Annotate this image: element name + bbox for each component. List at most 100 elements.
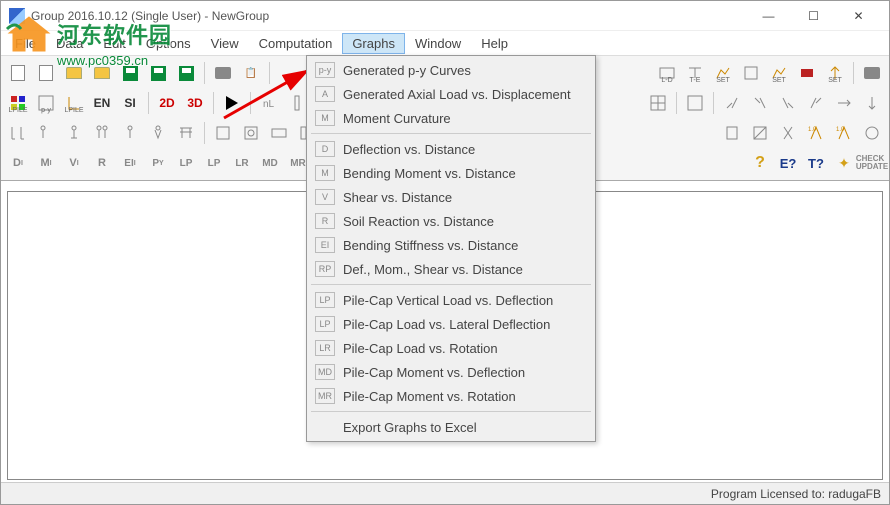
dropdown-item-label: Bending Moment vs. Distance <box>343 166 516 181</box>
print2-button[interactable] <box>859 60 885 86</box>
help-button[interactable]: ? <box>747 150 773 176</box>
run-button[interactable] <box>219 90 245 116</box>
dropdown-item[interactable]: LPPile-Cap Load vs. Lateral Deflection <box>309 312 593 336</box>
dropdown-item[interactable]: RPDef., Mom., Shear vs. Distance <box>309 257 593 281</box>
dropdown-item[interactable]: DDeflection vs. Distance <box>309 137 593 161</box>
save-all-button[interactable] <box>145 60 171 86</box>
r-button[interactable]: R <box>89 150 115 176</box>
nl-button[interactable]: nL <box>256 90 282 116</box>
ld-button[interactable]: L-D <box>654 60 680 86</box>
dropdown-item[interactable]: AGenerated Axial Load vs. Displacement <box>309 82 593 106</box>
lpile-button[interactable]: LPILE <box>5 90 31 116</box>
set3-button[interactable]: SET <box>822 60 848 86</box>
arr3-button[interactable] <box>775 90 801 116</box>
eq-button[interactable]: E? <box>775 150 801 176</box>
menu-edit[interactable]: Edit <box>93 33 135 54</box>
save-button[interactable] <box>117 60 143 86</box>
save-as-button[interactable] <box>173 60 199 86</box>
set1-button[interactable]: SET <box>710 60 736 86</box>
new-button[interactable] <box>5 60 31 86</box>
b10-button[interactable] <box>266 120 292 146</box>
lp2-button[interactable]: LP <box>201 150 227 176</box>
menu-window[interactable]: Window <box>405 33 471 54</box>
rect-button[interactable] <box>794 60 820 86</box>
arr1-button[interactable] <box>719 90 745 116</box>
arr2-button[interactable] <box>747 90 773 116</box>
dropdown-item[interactable]: RSoil Reaction vs. Distance <box>309 209 593 233</box>
new-multi-button[interactable] <box>33 60 59 86</box>
dropdown-item-icon: LP <box>315 292 335 308</box>
menu-options[interactable]: Options <box>136 33 201 54</box>
ei-button[interactable]: EII <box>117 150 143 176</box>
v-button[interactable]: VI <box>61 150 87 176</box>
print-button[interactable] <box>210 60 236 86</box>
b6-button[interactable] <box>145 120 171 146</box>
tq-button[interactable]: T? <box>803 150 829 176</box>
dropdown-item[interactable]: MMoment Curvature <box>309 106 593 130</box>
status-bar: Program Licensed to: radugaFB <box>1 482 889 504</box>
arr5-button[interactable] <box>831 90 857 116</box>
arr6-button[interactable] <box>859 90 885 116</box>
lpile2-button[interactable]: LPILE <box>61 90 87 116</box>
sec3-button[interactable] <box>775 120 801 146</box>
dropdown-item[interactable]: p-yGenerated p-y Curves <box>309 58 593 82</box>
te-button[interactable]: T-E <box>682 60 708 86</box>
e1-button[interactable] <box>682 90 708 116</box>
lr-button[interactable]: LR <box>229 150 255 176</box>
puzzle-button[interactable]: ✦ <box>831 150 857 176</box>
b8-button[interactable] <box>210 120 236 146</box>
menu-help[interactable]: Help <box>471 33 518 54</box>
2d-button[interactable]: 2D <box>154 90 180 116</box>
grid-button[interactable] <box>645 90 671 116</box>
3d-button[interactable]: 3D <box>182 90 208 116</box>
window-buttons: — ☐ ✕ <box>746 1 881 31</box>
arr4-button[interactable] <box>803 90 829 116</box>
menu-data[interactable]: Data <box>46 33 93 54</box>
d-button[interactable]: DI <box>5 150 31 176</box>
sec6-button[interactable] <box>859 120 885 146</box>
menu-file[interactable]: File <box>5 33 46 54</box>
lc-button[interactable] <box>738 60 764 86</box>
b1-button[interactable] <box>5 120 31 146</box>
md-button[interactable]: MD <box>257 150 283 176</box>
sec5-button[interactable]: 1.0 <box>831 120 857 146</box>
b5-button[interactable] <box>117 120 143 146</box>
py2-button[interactable]: PY <box>145 150 171 176</box>
minimize-button[interactable]: — <box>746 1 791 31</box>
svg-text:1.0: 1.0 <box>836 127 845 133</box>
dropdown-item-label: Deflection vs. Distance <box>343 142 475 157</box>
sec1-button[interactable] <box>719 120 745 146</box>
b2-button[interactable] <box>33 120 59 146</box>
sec4-button[interactable]: 1.0 <box>803 120 829 146</box>
close-button[interactable]: ✕ <box>836 1 881 31</box>
dropdown-item[interactable]: Export Graphs to Excel <box>309 415 593 439</box>
menu-graphs[interactable]: Graphs <box>342 33 405 54</box>
dropdown-item[interactable]: EIBending Stiffness vs. Distance <box>309 233 593 257</box>
b3-button[interactable] <box>61 120 87 146</box>
dropdown-item[interactable]: LRPile-Cap Load vs. Rotation <box>309 336 593 360</box>
dropdown-item-label: Bending Stiffness vs. Distance <box>343 238 518 253</box>
dropdown-item[interactable]: VShear vs. Distance <box>309 185 593 209</box>
update-button[interactable]: CHECKUPDATE <box>859 150 885 176</box>
dropdown-item[interactable]: LPPile-Cap Vertical Load vs. Deflection <box>309 288 593 312</box>
maximize-button[interactable]: ☐ <box>791 1 836 31</box>
si-button[interactable]: SI <box>117 90 143 116</box>
lp-button[interactable]: LP <box>173 150 199 176</box>
sec2-button[interactable] <box>747 120 773 146</box>
m-button[interactable]: MI <box>33 150 59 176</box>
b7-button[interactable] <box>173 120 199 146</box>
b4-button[interactable] <box>89 120 115 146</box>
b9-button[interactable] <box>238 120 264 146</box>
open-button[interactable] <box>61 60 87 86</box>
open-multi-button[interactable] <box>89 60 115 86</box>
menu-view[interactable]: View <box>201 33 249 54</box>
copy-button[interactable]: 📋 <box>238 60 264 86</box>
dropdown-item-icon: p-y <box>315 62 335 78</box>
en-button[interactable]: EN <box>89 90 115 116</box>
menu-computation[interactable]: Computation <box>249 33 343 54</box>
set2-button[interactable]: SET <box>766 60 792 86</box>
dropdown-item[interactable]: MBending Moment vs. Distance <box>309 161 593 185</box>
dropdown-item[interactable]: MDPile-Cap Moment vs. Deflection <box>309 360 593 384</box>
dropdown-item[interactable]: MRPile-Cap Moment vs. Rotation <box>309 384 593 408</box>
py-button[interactable]: p-y <box>33 90 59 116</box>
